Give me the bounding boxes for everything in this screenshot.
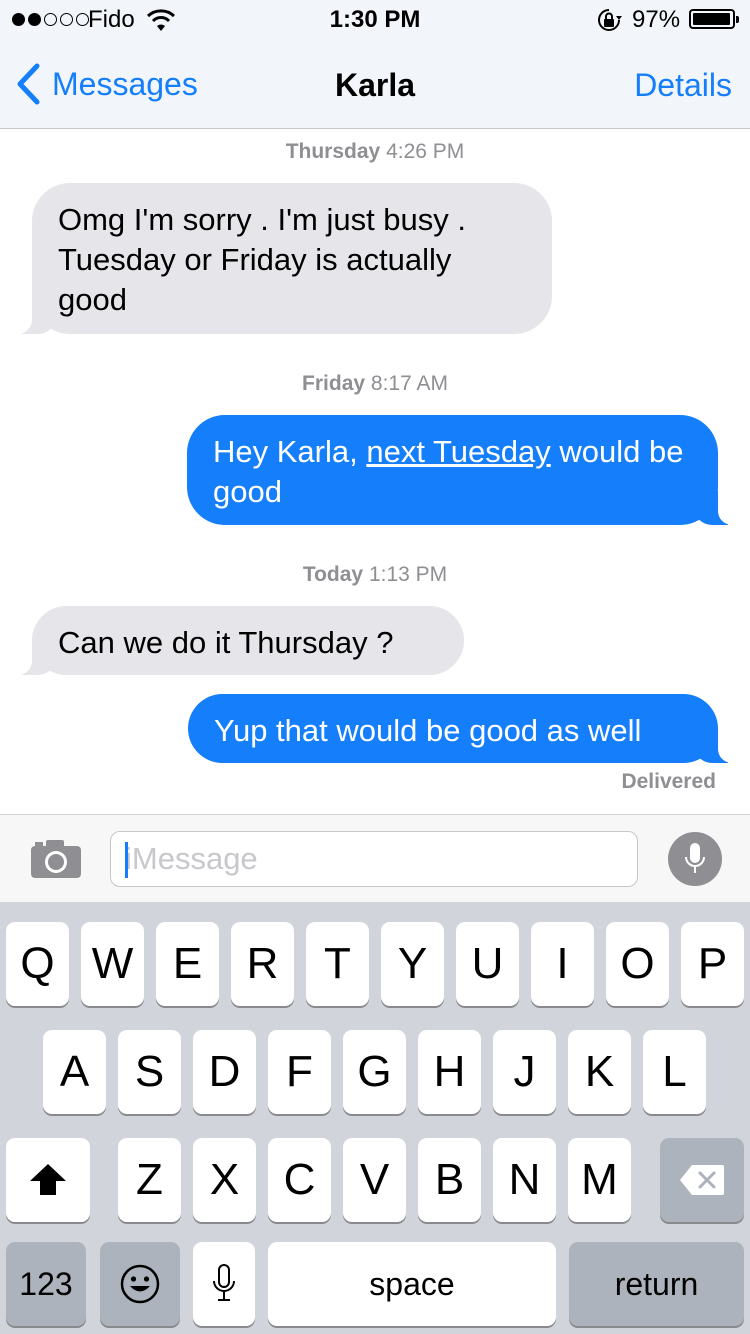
battery-icon	[689, 9, 739, 29]
key-t[interactable]: T	[306, 922, 369, 1006]
timestamp-day: Today	[302, 563, 364, 586]
details-button[interactable]: Details	[634, 67, 732, 104]
backspace-icon	[680, 1165, 724, 1195]
keyboard: Q W E R T Y U I O P A S D F G H J K L Z …	[0, 902, 750, 1334]
microphone-icon	[685, 843, 705, 873]
message-bubble-outgoing[interactable]: Hey Karla, next Tuesday would be good	[187, 415, 744, 525]
space-key[interactable]: space	[268, 1242, 556, 1326]
nav-bar: Messages Karla Details	[0, 40, 750, 128]
key-c[interactable]: C	[268, 1138, 331, 1222]
timestamp: Today 1:13 PM	[0, 563, 750, 587]
dictation-button[interactable]	[668, 832, 722, 886]
timestamp-day: Friday	[302, 372, 366, 395]
message-text: Can we do it Thursday ?	[58, 625, 394, 660]
timestamp: Thursday 4:26 PM	[0, 140, 750, 164]
delivered-status: Delivered	[621, 770, 716, 793]
battery-fill	[693, 13, 730, 25]
timestamp-time: 1:13 PM	[368, 563, 448, 586]
timestamp-day: Thursday	[285, 140, 381, 163]
key-n[interactable]: N	[493, 1138, 556, 1222]
text-cursor	[125, 842, 128, 878]
key-l[interactable]: L	[643, 1030, 706, 1114]
date-link[interactable]: next Tuesday	[366, 434, 550, 469]
message-bubble-outgoing[interactable]: Yup that would be good as well	[188, 694, 744, 763]
backspace-key[interactable]	[660, 1138, 744, 1222]
key-j[interactable]: J	[493, 1030, 556, 1114]
message-text: Yup that would be good as well	[214, 713, 642, 748]
shift-icon	[30, 1164, 66, 1195]
key-u[interactable]: U	[456, 922, 519, 1006]
dictation-key[interactable]	[193, 1242, 255, 1326]
key-m[interactable]: M	[568, 1138, 631, 1222]
camera-icon[interactable]	[30, 839, 82, 879]
message-input[interactable]	[111, 832, 637, 886]
key-w[interactable]: W	[81, 922, 144, 1006]
header: Fido 1:30 PM 97% Messages Karla Details	[0, 0, 750, 129]
key-p[interactable]: P	[681, 922, 744, 1006]
key-k[interactable]: K	[568, 1030, 631, 1114]
timestamp-time: 4:26 PM	[386, 140, 465, 163]
timestamp: Friday 8:17 AM	[0, 372, 750, 396]
key-s[interactable]: S	[118, 1030, 181, 1114]
key-d[interactable]: D	[193, 1030, 256, 1114]
return-key[interactable]: return	[569, 1242, 744, 1326]
message-text-part: Hey Karla,	[213, 434, 367, 469]
key-o[interactable]: O	[606, 922, 669, 1006]
key-r[interactable]: R	[231, 922, 294, 1006]
message-text: Omg I'm sorry . I'm just busy . Tuesday …	[58, 202, 467, 317]
key-i[interactable]: I	[531, 922, 594, 1006]
message-bubble-incoming[interactable]: Can we do it Thursday ?	[6, 606, 464, 675]
dictation-icon	[213, 1264, 235, 1301]
battery-tip	[736, 16, 739, 23]
emoji-key[interactable]	[100, 1242, 180, 1326]
message-bubble-incoming[interactable]: Omg I'm sorry . I'm just busy . Tuesday …	[6, 183, 552, 334]
key-g[interactable]: G	[343, 1030, 406, 1114]
key-y[interactable]: Y	[381, 922, 444, 1006]
key-a[interactable]: A	[43, 1030, 106, 1114]
key-v[interactable]: V	[343, 1138, 406, 1222]
key-f[interactable]: F	[268, 1030, 331, 1114]
orientation-lock-icon	[598, 9, 622, 31]
key-x[interactable]: X	[193, 1138, 256, 1222]
message-field[interactable]	[110, 831, 638, 887]
timestamp-time: 8:17 AM	[370, 372, 448, 395]
key-q[interactable]: Q	[6, 922, 69, 1006]
key-z[interactable]: Z	[118, 1138, 181, 1222]
key-h[interactable]: H	[418, 1030, 481, 1114]
numbers-key[interactable]: 123	[6, 1242, 86, 1326]
key-e[interactable]: E	[156, 922, 219, 1006]
shift-key[interactable]	[6, 1138, 90, 1222]
key-b[interactable]: B	[418, 1138, 481, 1222]
battery-percent: 97%	[632, 6, 681, 33]
emoji-icon	[120, 1264, 160, 1304]
message-input-bar	[0, 814, 750, 903]
status-bar: Fido 1:30 PM 97%	[0, 0, 750, 40]
